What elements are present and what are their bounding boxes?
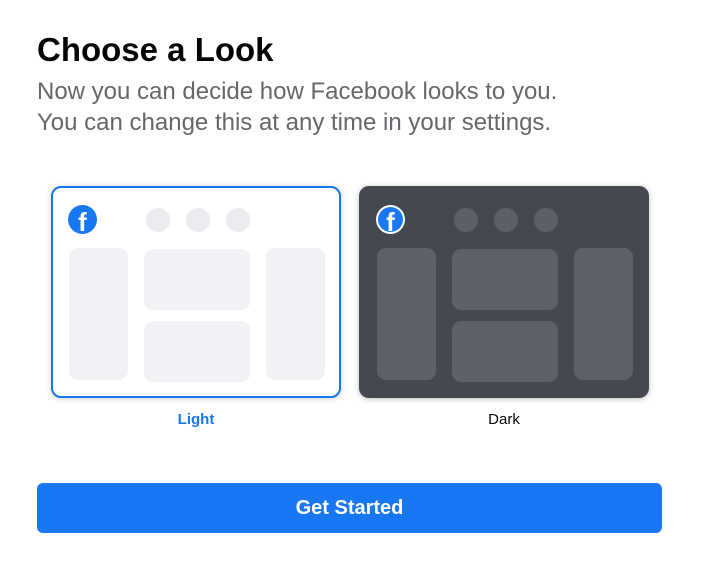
placeholder-circle [146,208,170,232]
subtitle-line-1: Now you can decide how Facebook looks to… [37,78,558,105]
facebook-logo-icon: f [376,205,405,234]
placeholder-right-column [574,248,633,380]
placeholder-right-column [266,248,325,380]
placeholder-circle [454,208,478,232]
page-title: Choose a Look [37,31,274,68]
dark-theme-preview[interactable]: f [359,186,649,398]
facebook-logo-icon: f [68,205,97,234]
light-theme-label[interactable]: Light [51,411,341,429]
placeholder-circle [226,208,250,232]
get-started-button[interactable]: Get Started [37,483,662,533]
placeholder-circle [186,208,210,232]
dark-theme-label[interactable]: Dark [359,411,649,429]
placeholder-circle [534,208,558,232]
dark-theme-option[interactable]: f Dark [359,186,649,429]
placeholder-center-top [452,249,558,310]
placeholder-left-column [377,248,436,380]
light-theme-option[interactable]: f Light [51,186,341,429]
placeholder-circle [494,208,518,232]
placeholder-center-bottom [144,321,250,382]
page-subtitle: Now you can decide how Facebook looks to… [37,76,657,138]
light-theme-preview[interactable]: f [51,186,341,398]
placeholder-left-column [69,248,128,380]
placeholder-center-bottom [452,321,558,382]
choose-look-dialog: Choose a Look Now you can decide how Fac… [0,0,701,565]
subtitle-line-2: You can change this at any time in your … [37,109,552,136]
placeholder-center-top [144,249,250,310]
